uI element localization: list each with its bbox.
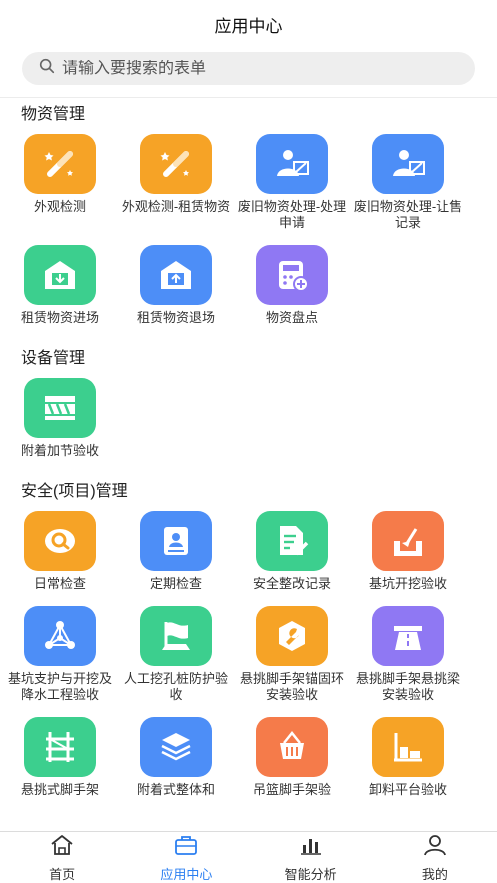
barrier-icon (24, 378, 96, 438)
app-item[interactable]: 基坑开挖验收 (350, 511, 466, 592)
flag-icon (140, 606, 212, 666)
app-item[interactable]: 安全整改记录 (234, 511, 350, 592)
tab-label: 我的 (421, 866, 448, 882)
app-item[interactable]: 悬挑脚手架锚固环安装验收 (234, 606, 350, 703)
app-label: 定期检查 (149, 576, 202, 591)
network-icon (24, 606, 96, 666)
tab-label: 智能分析 (284, 866, 337, 882)
app-label: 废旧物资处理-让售记录 (353, 199, 463, 230)
section-equipment: 设备管理 附着加节验收 (0, 340, 497, 473)
wrench-icon (256, 606, 328, 666)
user-icon (422, 833, 448, 862)
app-label: 悬挑脚手架锚固环安装验收 (239, 671, 344, 702)
section-title: 设备管理 (21, 350, 86, 367)
search-icon (38, 57, 62, 80)
app-grid: 外观检测 外观检测-租赁物资 废旧物资处理-处理申请 废旧物资处理-让售记录租赁物资进… (0, 134, 497, 340)
person-edit-icon (256, 134, 328, 194)
magic-wand-icon (140, 134, 212, 194)
tab-analysis[interactable]: 智能分析 (249, 832, 373, 883)
search-circle-icon (24, 511, 96, 571)
tab-app-center[interactable]: 应用中心 (124, 832, 248, 883)
section-safety: 安全(项目)管理 日常检查 定期检查 安全整改记录 基坑开挖验收基坑支护与开挖及降水工… (0, 473, 497, 812)
app-item[interactable]: 悬挑式脚手架 (2, 717, 118, 798)
tab-label: 首页 (49, 866, 76, 882)
app-grid: 附着加节验收 (0, 378, 497, 473)
search-input[interactable] (62, 59, 442, 78)
app-label: 外观检测-租赁物资 (121, 199, 231, 214)
app-item[interactable]: 定期检查 (118, 511, 234, 592)
section-materials: 物资管理 外观检测 外观检测-租赁物资 废旧物资处理-处理申请 废旧物资处理-让售记录… (0, 96, 497, 340)
tab-mine[interactable]: 我的 (373, 832, 497, 883)
section-title: 安全(项目)管理 (21, 483, 128, 500)
app-label: 吊篮脚手架验 (252, 782, 331, 797)
app-label: 悬挑式脚手架 (20, 782, 99, 797)
app-item[interactable]: 悬挑脚手架悬挑梁安装验收 (350, 606, 466, 703)
app-grid: 日常检查 定期检查 安全整改记录 基坑开挖验收基坑支护与开挖及降水工程验收 人工挖孔桩防… (0, 511, 497, 812)
app-label: 悬挑脚手架悬挑梁安装验收 (355, 671, 460, 702)
app-label: 安全整改记录 (252, 576, 331, 591)
basket-icon (256, 717, 328, 777)
app-label: 基坑支护与开挖及降水工程验收 (7, 671, 112, 702)
app-item[interactable]: 废旧物资处理-让售记录 (350, 134, 466, 231)
app-label: 人工挖孔桩防护验收 (123, 671, 228, 702)
app-label: 租赁物资进场 (20, 310, 99, 325)
app-item[interactable]: 附着加节验收 (2, 378, 118, 459)
bottom-tab-bar: 首页 应用中心 智能分析 我的 (0, 831, 497, 883)
app-label: 租赁物资退场 (136, 310, 215, 325)
app-label: 日常检查 (33, 576, 86, 591)
home-icon (49, 833, 75, 862)
app-item[interactable]: 物资盘点 (234, 245, 350, 326)
calendar-user-icon (140, 511, 212, 571)
tab-label: 应用中心 (160, 866, 213, 882)
warehouse-out-icon (140, 245, 212, 305)
scaffold-icon (24, 717, 96, 777)
app-list[interactable]: 物资管理 外观检测 外观检测-租赁物资 废旧物资处理-处理申请 废旧物资处理-让售记录… (0, 96, 497, 831)
app-item[interactable]: 人工挖孔桩防护验收 (118, 606, 234, 703)
app-label: 废旧物资处理-处理申请 (237, 199, 347, 230)
layers-icon (140, 717, 212, 777)
platform-icon (372, 717, 444, 777)
app-label: 附着式整体和 (136, 782, 215, 797)
search-container (0, 48, 497, 85)
road-icon (372, 606, 444, 666)
app-item[interactable]: 外观检测-租赁物资 (118, 134, 234, 231)
app-item[interactable]: 基坑支护与开挖及降水工程验收 (2, 606, 118, 703)
excavation-icon (372, 511, 444, 571)
bar-chart-icon (298, 833, 324, 862)
app-header: 应用中心 (0, 0, 497, 48)
tab-home[interactable]: 首页 (0, 832, 124, 883)
app-item[interactable]: 卸料平台验收 (350, 717, 466, 798)
document-edit-icon (256, 511, 328, 571)
app-label: 外观检测 (33, 199, 86, 214)
app-label: 附着加节验收 (20, 443, 99, 458)
app-item[interactable]: 附着式整体和 (118, 717, 234, 798)
magic-wand-icon (24, 134, 96, 194)
calculator-icon (256, 245, 328, 305)
warehouse-in-icon (24, 245, 96, 305)
briefcase-icon (173, 833, 199, 862)
app-item[interactable]: 外观检测 (2, 134, 118, 231)
app-label: 卸料平台验收 (368, 782, 447, 797)
section-title: 物资管理 (21, 106, 86, 123)
page-title: 应用中心 (214, 16, 283, 36)
app-label: 基坑开挖验收 (368, 576, 447, 591)
app-item[interactable]: 租赁物资进场 (2, 245, 118, 326)
app-item[interactable]: 废旧物资处理-处理申请 (234, 134, 350, 231)
app-item[interactable]: 租赁物资退场 (118, 245, 234, 326)
search-bar[interactable] (22, 52, 475, 85)
app-item[interactable]: 日常检查 (2, 511, 118, 592)
app-item[interactable]: 吊篮脚手架验 (234, 717, 350, 798)
app-label: 物资盘点 (265, 310, 318, 325)
person-edit-icon (372, 134, 444, 194)
